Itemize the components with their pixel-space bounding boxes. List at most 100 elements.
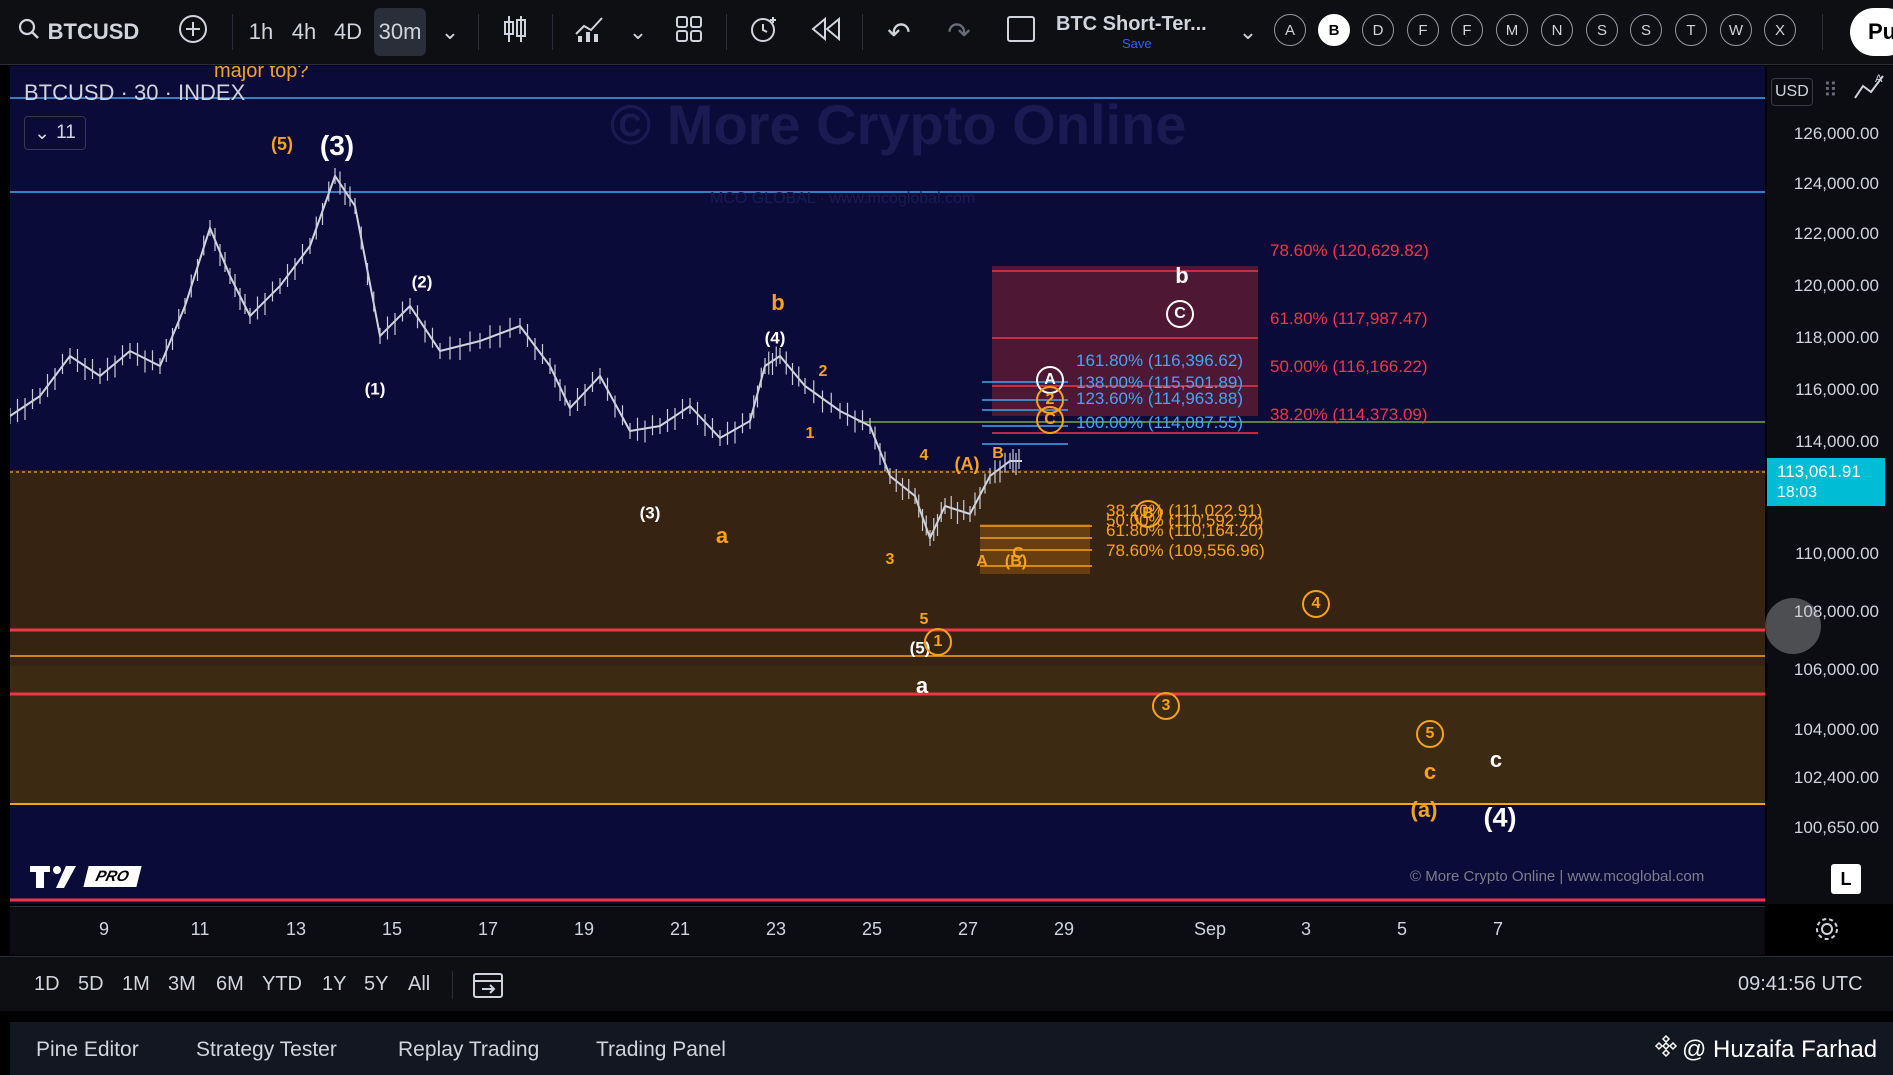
- letter-button-11[interactable]: X: [1764, 14, 1796, 46]
- go-to-date-button[interactable]: [472, 969, 504, 1004]
- range-1y[interactable]: 1Y: [322, 973, 346, 996]
- layout-dropdown[interactable]: ⌄: [1236, 8, 1260, 56]
- letter-button-7[interactable]: S: [1586, 14, 1618, 46]
- chevron-down-icon: ⌄: [628, 19, 648, 44]
- wave-label: A: [976, 553, 988, 570]
- redo-button[interactable]: ↷: [942, 8, 976, 56]
- publish-button[interactable]: Pu: [1850, 8, 1893, 56]
- tab-replay-trading[interactable]: Replay Trading: [398, 1038, 539, 1062]
- alert-button[interactable]: [746, 8, 782, 56]
- tab-pine-editor[interactable]: Pine Editor: [36, 1038, 139, 1062]
- indicators-button[interactable]: [572, 8, 608, 56]
- date-range-bar: 1D 5D 1M 3M 6M YTD 1Y 5Y All 09:41:56 UTC: [0, 956, 1893, 1011]
- price-tick-label: 122,000.00: [1793, 224, 1879, 243]
- symbol-search[interactable]: BTCUSD: [16, 8, 141, 56]
- price-axis[interactable]: USD ⠿ A 126,000.00 124,000.00 122,000.00 12…: [1765, 66, 1893, 904]
- time-tick-label: 29: [1053, 919, 1075, 939]
- letter-button-8[interactable]: S: [1630, 14, 1662, 46]
- fib-level-label: 78.60% (120,629.82): [1270, 241, 1429, 260]
- range-3m[interactable]: 3M: [168, 973, 196, 996]
- wave-label: 2: [818, 363, 828, 380]
- letter-button-1[interactable]: B: [1318, 14, 1350, 46]
- layout-name-button[interactable]: BTC Short-Ter... Save: [1056, 8, 1216, 56]
- tab-trading-panel[interactable]: Trading Panel: [596, 1038, 726, 1062]
- svg-text:A: A: [1875, 73, 1883, 85]
- range-all[interactable]: All: [408, 973, 430, 996]
- time-axis-settings-button[interactable]: [1814, 916, 1840, 947]
- range-6m[interactable]: 6M: [216, 973, 244, 996]
- range-1d[interactable]: 1D: [34, 973, 60, 996]
- time-axis[interactable]: 9 11 13 15 17 19 21 23 25 27 29 Sep 3 5 7: [10, 906, 1765, 955]
- credit-text: @ Huzaifa Farhad: [1682, 1035, 1878, 1063]
- tab-strategy-tester[interactable]: Strategy Tester: [196, 1038, 337, 1062]
- current-price-badge: 113,061.91 18:03: [1767, 458, 1885, 506]
- price-tick-label: 124,000.00: [1793, 174, 1879, 193]
- indicator-count: 11: [56, 122, 76, 143]
- letter-button-6[interactable]: N: [1541, 14, 1573, 46]
- plus-circle-icon: [177, 13, 209, 51]
- wave-label: (A): [954, 454, 980, 474]
- price-tick-label: 114,000.00: [1795, 432, 1879, 451]
- utc-clock[interactable]: 09:41:56 UTC: [1738, 973, 1863, 996]
- separator: [1822, 14, 1823, 50]
- chart-settings-icon[interactable]: A: [1853, 70, 1889, 111]
- chart-type-button[interactable]: [498, 8, 532, 56]
- time-tick-label: 3: [1300, 919, 1312, 939]
- interval-30m[interactable]: 30m: [374, 8, 426, 56]
- fib-level-label: 38.20% (114,373.09): [1270, 405, 1428, 424]
- letter-button-2[interactable]: D: [1362, 14, 1394, 46]
- time-tick-label: 21: [669, 919, 691, 939]
- redo-icon: ↷: [947, 16, 971, 48]
- letter-button-3[interactable]: F: [1407, 14, 1439, 46]
- interval-4d[interactable]: 4D: [330, 8, 366, 56]
- replay-button[interactable]: [808, 8, 844, 56]
- letter-button-0[interactable]: A: [1274, 14, 1306, 46]
- wave-label: c: [1489, 747, 1503, 772]
- time-tick-label: 7: [1492, 919, 1504, 939]
- range-ytd[interactable]: YTD: [262, 973, 302, 996]
- fullscreen-button[interactable]: [1002, 8, 1040, 56]
- indicators-collapse-button[interactable]: ⌄ 11: [24, 116, 86, 150]
- chart-pane[interactable]: © More Crypto Online MCO GLOBAL · www.mc…: [10, 66, 1765, 904]
- letter-button-10[interactable]: W: [1720, 14, 1752, 46]
- separator: [478, 14, 479, 50]
- publish-label: Pu: [1868, 19, 1893, 44]
- interval-dropdown[interactable]: ⌄: [438, 8, 462, 56]
- wave-label: 1: [805, 425, 815, 442]
- range-1m[interactable]: 1M: [122, 973, 150, 996]
- chart-title[interactable]: BTCUSD · 30 · INDEX: [24, 80, 245, 106]
- drag-handle-icon[interactable]: ⠿: [1823, 78, 1838, 103]
- letter-button-4[interactable]: F: [1451, 14, 1483, 46]
- price-tick-label: 118,000.00: [1795, 328, 1879, 347]
- rewind-icon: [811, 16, 841, 47]
- gear-icon: [1814, 918, 1840, 946]
- interval-label: 4D: [333, 19, 363, 44]
- range-5y[interactable]: 5Y: [364, 973, 388, 996]
- time-tick-label: 13: [285, 919, 307, 939]
- interval-4h[interactable]: 4h: [286, 8, 322, 56]
- fib-level-label: 50.00% (116,166.22): [1270, 357, 1428, 376]
- letter-button-9[interactable]: T: [1675, 14, 1707, 46]
- price-tick-label: 104,000.00: [1793, 720, 1879, 739]
- interval-1h[interactable]: 1h: [244, 8, 278, 56]
- range-5d[interactable]: 5D: [78, 973, 104, 996]
- watermark: © More Crypto Online: [610, 93, 1187, 156]
- undo-button[interactable]: ↶: [882, 8, 916, 56]
- tv-logo-icon: [30, 866, 76, 888]
- square-icon: [1006, 14, 1036, 50]
- tradingview-logo: PRO: [28, 862, 142, 890]
- letter-button-5[interactable]: M: [1496, 14, 1528, 46]
- wave-label: (4): [764, 328, 786, 348]
- fib-level-label: 61.80% (110,164.20): [1106, 521, 1264, 540]
- indicators-dropdown[interactable]: ⌄: [626, 8, 650, 56]
- calendar-icon: [472, 973, 504, 1003]
- circled-wave-label: 1: [924, 628, 952, 656]
- fib-level-label: 78.60% (109,556.96): [1106, 541, 1265, 560]
- log-scale-button[interactable]: L: [1831, 864, 1861, 894]
- wave-label: b: [771, 290, 785, 315]
- layouts-button[interactable]: [672, 8, 706, 56]
- compare-button[interactable]: [176, 8, 210, 56]
- time-tick-label: 11: [190, 919, 210, 939]
- bottom-panel-tabs: Pine Editor Strategy Tester Replay Tradi…: [10, 1022, 1893, 1075]
- currency-button[interactable]: USD: [1771, 78, 1813, 106]
